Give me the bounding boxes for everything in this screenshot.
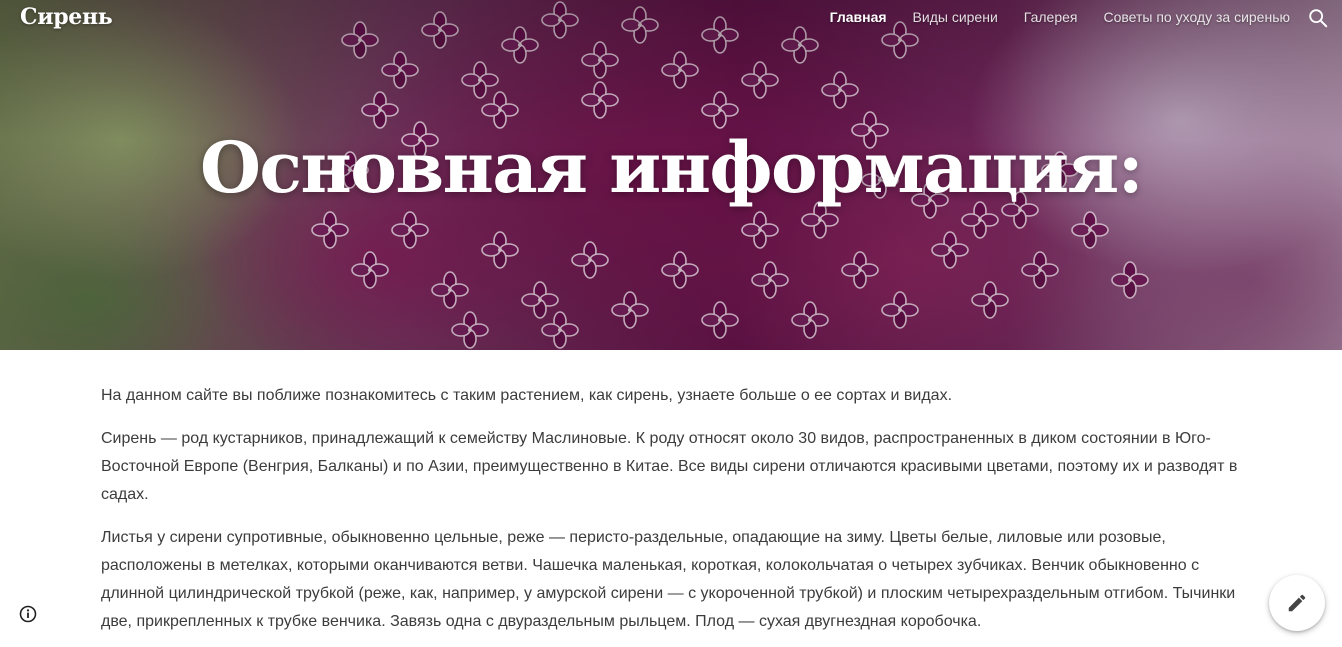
- description-paragraph: Листья у сирени супротивные, обыкновенно…: [101, 529, 1236, 630]
- site-title[interactable]: Сирень: [20, 4, 113, 30]
- main-navigation: Главная Виды сирени Галерея Советы по ух…: [830, 9, 1290, 25]
- search-icon: [1309, 9, 1328, 28]
- genus-paragraph: Сирень — род кустарников, принадлежащий …: [101, 430, 1238, 503]
- main-content: На данном сайте вы поближе познакомитесь…: [101, 382, 1241, 647]
- intro-paragraph: На данном сайте вы поближе познакомитесь…: [101, 387, 953, 404]
- info-icon: [19, 605, 37, 623]
- search-button[interactable]: [1307, 7, 1329, 29]
- nav-item-care-tips[interactable]: Советы по уходу за сиренью: [1103, 9, 1290, 25]
- nav-item-gallery[interactable]: Галерея: [1024, 9, 1078, 25]
- page: Сирень Главная Виды сирени Галерея Совет…: [0, 0, 1342, 647]
- nav-item-home[interactable]: Главная: [830, 9, 887, 25]
- nav-item-lilac-types[interactable]: Виды сирени: [913, 9, 998, 25]
- edit-button[interactable]: [1269, 575, 1325, 631]
- pencil-icon: [1288, 594, 1306, 612]
- page-heading: Основная информация:: [199, 126, 1144, 209]
- info-button[interactable]: [18, 604, 38, 624]
- hero-banner: Сирень Главная Виды сирени Галерея Совет…: [0, 0, 1342, 350]
